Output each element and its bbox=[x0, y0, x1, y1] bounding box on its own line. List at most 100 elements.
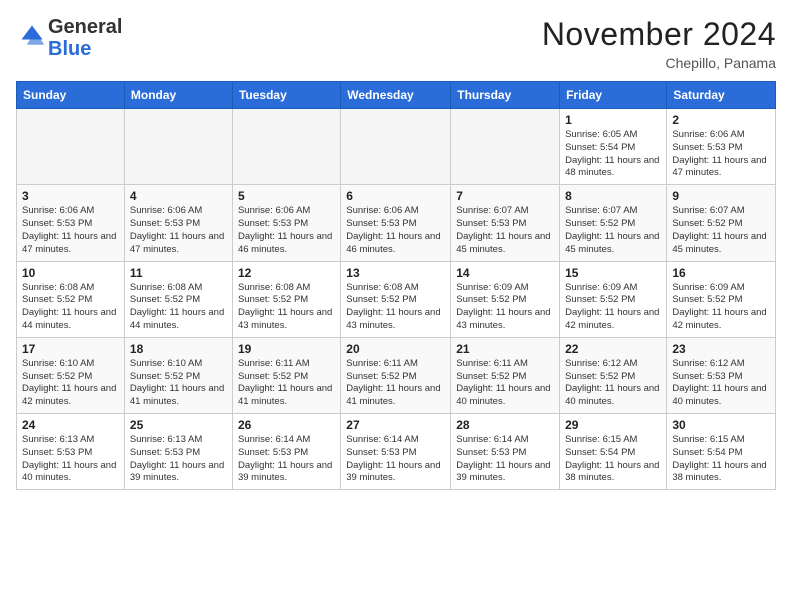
cell-info: Sunrise: 6:11 AM Sunset: 5:52 PM Dayligh… bbox=[456, 358, 554, 409]
weekday-header-wednesday: Wednesday bbox=[341, 82, 451, 109]
cell-info: Sunrise: 6:14 AM Sunset: 5:53 PM Dayligh… bbox=[346, 434, 445, 485]
day-number: 27 bbox=[346, 418, 445, 432]
calendar-cell: 18 Sunrise: 6:10 AM Sunset: 5:52 PM Dayli… bbox=[124, 337, 232, 413]
day-number: 19 bbox=[238, 342, 335, 356]
calendar-cell: 9Sunrise: 6:07 AM Sunset: 5:52 PM Daylig… bbox=[667, 185, 776, 261]
day-number: 30 bbox=[672, 418, 770, 432]
day-number: 4 bbox=[130, 189, 227, 203]
weekday-header-row: SundayMondayTuesdayWednesdayThursdayFrid… bbox=[17, 82, 776, 109]
weekday-header-thursday: Thursday bbox=[451, 82, 560, 109]
cell-info: Sunrise: 6:13 AM Sunset: 5:53 PM Dayligh… bbox=[22, 434, 119, 485]
calendar-cell: 11Sunrise: 6:08 AM Sunset: 5:52 PM Dayli… bbox=[124, 261, 232, 337]
day-number: 9 bbox=[672, 189, 770, 203]
calendar-cell: 20 Sunrise: 6:11 AM Sunset: 5:52 PM Dayli… bbox=[341, 337, 451, 413]
logo: General Blue bbox=[16, 16, 122, 60]
header: General Blue November 2024 Chepillo, Pan… bbox=[16, 16, 776, 71]
day-number: 8 bbox=[565, 189, 661, 203]
calendar-cell: 5Sunrise: 6:06 AM Sunset: 5:53 PM Daylig… bbox=[232, 185, 340, 261]
day-number: 26 bbox=[238, 418, 335, 432]
cell-info: Sunrise: 6:12 AM Sunset: 5:53 PM Dayligh… bbox=[672, 358, 770, 409]
cell-info: Sunrise: 6:06 AM Sunset: 5:53 PM Dayligh… bbox=[346, 205, 445, 256]
calendar-cell bbox=[17, 109, 125, 185]
calendar-cell: 12Sunrise: 6:08 AM Sunset: 5:52 PM Dayli… bbox=[232, 261, 340, 337]
cell-info: Sunrise: 6:15 AM Sunset: 5:54 PM Dayligh… bbox=[565, 434, 661, 485]
calendar-cell: 3Sunrise: 6:06 AM Sunset: 5:53 PM Daylig… bbox=[17, 185, 125, 261]
calendar-cell: 6 Sunrise: 6:06 AM Sunset: 5:53 PM Daylig… bbox=[341, 185, 451, 261]
calendar-week-2: 3 Sunrise: 6:06 AM Sunset: 5:53 PM Daylig… bbox=[17, 185, 776, 261]
cell-info: Sunrise: 6:13 AM Sunset: 5:53 PM Dayligh… bbox=[130, 434, 227, 485]
title-block: November 2024 Chepillo, Panama bbox=[542, 16, 776, 71]
calendar-cell: 26Sunrise: 6:14 AM Sunset: 5:53 PM Dayli… bbox=[232, 414, 340, 490]
cell-info: Sunrise: 6:08 AM Sunset: 5:52 PM Dayligh… bbox=[238, 282, 335, 333]
cell-info: Sunrise: 6:10 AM Sunset: 5:52 PM Dayligh… bbox=[130, 358, 227, 409]
logo-blue-text: Blue bbox=[48, 38, 91, 60]
calendar-cell: 21Sunrise: 6:11 AM Sunset: 5:52 PM Dayli… bbox=[451, 337, 560, 413]
cell-info: Sunrise: 6:07 AM Sunset: 5:53 PM Dayligh… bbox=[456, 205, 554, 256]
day-number: 25 bbox=[130, 418, 227, 432]
calendar-cell: 29Sunrise: 6:15 AM Sunset: 5:54 PM Dayli… bbox=[560, 414, 667, 490]
calendar-cell: 15 Sunrise: 6:09 AM Sunset: 5:52 PM Dayli… bbox=[560, 261, 667, 337]
weekday-header-tuesday: Tuesday bbox=[232, 82, 340, 109]
calendar-cell: 19 Sunrise: 6:11 AM Sunset: 5:52 PM Dayli… bbox=[232, 337, 340, 413]
calendar-cell: 24 Sunrise: 6:13 AM Sunset: 5:53 PM Dayli… bbox=[17, 414, 125, 490]
calendar-cell bbox=[451, 109, 560, 185]
day-number: 24 bbox=[22, 418, 119, 432]
day-number: 2 bbox=[672, 113, 770, 127]
calendar-cell: 4 Sunrise: 6:06 AM Sunset: 5:53 PM Daylig… bbox=[124, 185, 232, 261]
calendar-cell: 16Sunrise: 6:09 AM Sunset: 5:52 PM Dayli… bbox=[667, 261, 776, 337]
calendar-cell: 22 Sunrise: 6:12 AM Sunset: 5:52 PM Dayli… bbox=[560, 337, 667, 413]
day-number: 10 bbox=[22, 266, 119, 280]
cell-info: Sunrise: 6:08 AM Sunset: 5:52 PM Dayligh… bbox=[346, 282, 445, 333]
cell-info: Sunrise: 6:09 AM Sunset: 5:52 PM Dayligh… bbox=[672, 282, 770, 333]
calendar-week-5: 24 Sunrise: 6:13 AM Sunset: 5:53 PM Dayli… bbox=[17, 414, 776, 490]
calendar-table: SundayMondayTuesdayWednesdayThursdayFrid… bbox=[16, 81, 776, 490]
day-number: 18 bbox=[130, 342, 227, 356]
weekday-header-monday: Monday bbox=[124, 82, 232, 109]
logo-icon bbox=[18, 22, 46, 50]
calendar-cell: 1Sunrise: 6:05 AM Sunset: 5:54 PM Daylig… bbox=[560, 109, 667, 185]
day-number: 13 bbox=[346, 266, 445, 280]
cell-info: Sunrise: 6:11 AM Sunset: 5:52 PM Dayligh… bbox=[238, 358, 335, 409]
cell-info: Sunrise: 6:06 AM Sunset: 5:53 PM Dayligh… bbox=[130, 205, 227, 256]
calendar-week-4: 17 Sunrise: 6:10 AM Sunset: 5:52 PM Dayli… bbox=[17, 337, 776, 413]
logo-general-text: General bbox=[48, 16, 122, 38]
weekday-header-saturday: Saturday bbox=[667, 82, 776, 109]
day-number: 23 bbox=[672, 342, 770, 356]
day-number: 22 bbox=[565, 342, 661, 356]
day-number: 14 bbox=[456, 266, 554, 280]
calendar-week-1: 1Sunrise: 6:05 AM Sunset: 5:54 PM Daylig… bbox=[17, 109, 776, 185]
calendar-cell: 8 Sunrise: 6:07 AM Sunset: 5:52 PM Daylig… bbox=[560, 185, 667, 261]
day-number: 17 bbox=[22, 342, 119, 356]
day-number: 20 bbox=[346, 342, 445, 356]
calendar-cell: 10Sunrise: 6:08 AM Sunset: 5:52 PM Dayli… bbox=[17, 261, 125, 337]
calendar-cell: 13 Sunrise: 6:08 AM Sunset: 5:52 PM Dayli… bbox=[341, 261, 451, 337]
location-subtitle: Chepillo, Panama bbox=[542, 55, 776, 71]
month-title: November 2024 bbox=[542, 16, 776, 53]
day-number: 28 bbox=[456, 418, 554, 432]
cell-info: Sunrise: 6:07 AM Sunset: 5:52 PM Dayligh… bbox=[565, 205, 661, 256]
weekday-header-friday: Friday bbox=[560, 82, 667, 109]
calendar-cell: 30 Sunrise: 6:15 AM Sunset: 5:54 PM Dayli… bbox=[667, 414, 776, 490]
calendar-cell: 17 Sunrise: 6:10 AM Sunset: 5:52 PM Dayli… bbox=[17, 337, 125, 413]
cell-info: Sunrise: 6:10 AM Sunset: 5:52 PM Dayligh… bbox=[22, 358, 119, 409]
cell-info: Sunrise: 6:09 AM Sunset: 5:52 PM Dayligh… bbox=[456, 282, 554, 333]
day-number: 7 bbox=[456, 189, 554, 203]
calendar-cell: 25 Sunrise: 6:13 AM Sunset: 5:53 PM Dayli… bbox=[124, 414, 232, 490]
cell-info: Sunrise: 6:11 AM Sunset: 5:52 PM Dayligh… bbox=[346, 358, 445, 409]
page: General Blue November 2024 Chepillo, Pan… bbox=[0, 0, 792, 506]
calendar-cell: 7 Sunrise: 6:07 AM Sunset: 5:53 PM Daylig… bbox=[451, 185, 560, 261]
day-number: 5 bbox=[238, 189, 335, 203]
calendar-cell bbox=[341, 109, 451, 185]
calendar-cell: 28 Sunrise: 6:14 AM Sunset: 5:53 PM Dayli… bbox=[451, 414, 560, 490]
day-number: 3 bbox=[22, 189, 119, 203]
day-number: 15 bbox=[565, 266, 661, 280]
day-number: 6 bbox=[346, 189, 445, 203]
cell-info: Sunrise: 6:14 AM Sunset: 5:53 PM Dayligh… bbox=[456, 434, 554, 485]
cell-info: Sunrise: 6:15 AM Sunset: 5:54 PM Dayligh… bbox=[672, 434, 770, 485]
day-number: 11 bbox=[130, 266, 227, 280]
cell-info: Sunrise: 6:09 AM Sunset: 5:52 PM Dayligh… bbox=[565, 282, 661, 333]
cell-info: Sunrise: 6:12 AM Sunset: 5:52 PM Dayligh… bbox=[565, 358, 661, 409]
calendar-cell bbox=[124, 109, 232, 185]
calendar-cell: 27 Sunrise: 6:14 AM Sunset: 5:53 PM Dayli… bbox=[341, 414, 451, 490]
calendar-cell bbox=[232, 109, 340, 185]
